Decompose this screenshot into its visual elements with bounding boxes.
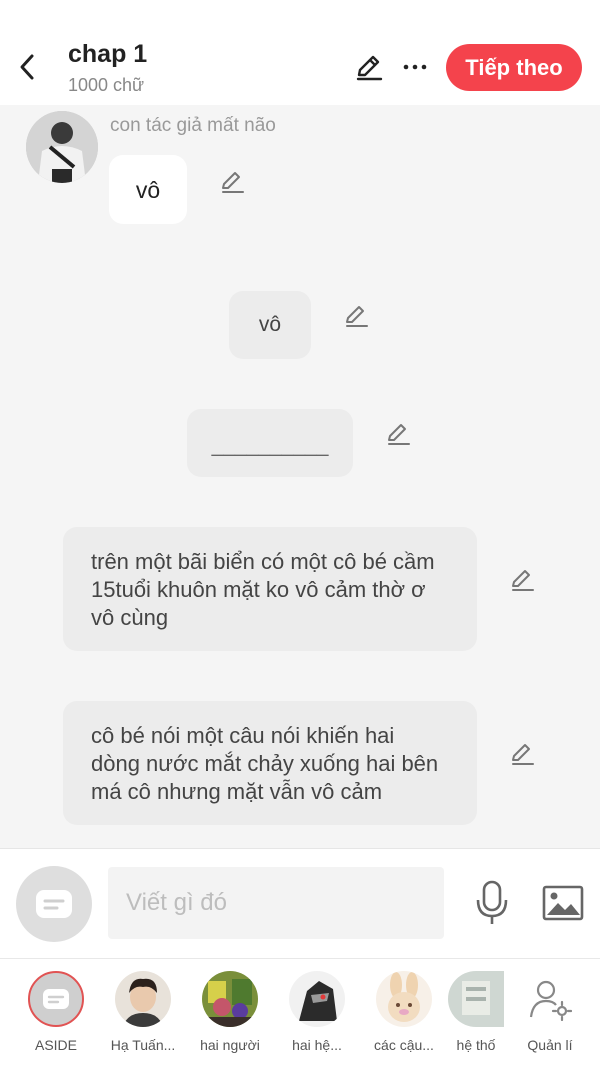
microphone-icon [476,880,508,924]
character-item[interactable]: hai người [188,971,272,1053]
character-item[interactable]: các cậu... [362,971,446,1053]
chapter-title: chap 1 [68,40,148,68]
manage-characters-button[interactable]: Quản lí [508,971,592,1053]
avatar [202,971,258,1027]
avatar[interactable] [26,111,98,183]
manage-label: Quản lí [527,1037,573,1053]
insert-image-button[interactable] [540,881,586,925]
user-settings-icon [529,980,572,1021]
person-photo-icon [115,971,171,1027]
more-options-button[interactable] [398,50,432,84]
narration-bubble[interactable]: trên một bãi biển có một cô bé cầm 15tuổ… [63,527,477,651]
header: chap 1 1000 chữ Tiếp theo [0,0,600,105]
chat-bubble-icon [36,890,72,918]
message-bubble[interactable]: vô [109,155,187,224]
chat-area[interactable]: con tác giả mất não vô vô __________ trê… [0,105,600,848]
bunny-art-icon [376,971,432,1027]
sender-name: con tác giả mất não [110,115,276,136]
character-item-aside[interactable]: ASIDE [14,971,98,1053]
anime-art-icon [289,971,345,1027]
next-button[interactable]: Tiếp theo [446,44,582,91]
avatar [448,971,504,1027]
character-label: các cậu... [374,1037,434,1053]
character-bar: ASIDE Hạ Tuấn... hai người hai hệ... các… [0,958,600,1067]
character-label: ASIDE [34,1037,77,1053]
clothing-photo-icon [448,971,504,1027]
word-count: 1000 chữ [68,75,145,95]
pencil-icon [356,55,383,81]
aside-toggle-button[interactable] [16,866,92,942]
edit-message-button[interactable] [341,301,371,331]
pencil-icon [512,570,534,591]
character-label: Hạ Tuấn... [110,1037,176,1053]
character-item[interactable]: hệ thố [440,971,512,1053]
edit-title-button[interactable] [352,50,386,84]
manage-icon-wrap [522,971,578,1027]
chevron-left-icon [20,54,34,80]
image-icon [542,885,584,921]
character-item[interactable]: Hạ Tuấn... [101,971,185,1053]
aside-avatar [28,971,84,1027]
edit-message-button[interactable] [383,419,413,449]
character-label: hai người [200,1037,260,1053]
chat-bubble-icon [43,989,69,1009]
more-dots-icon [403,64,427,70]
narration-bubble[interactable]: vô [229,291,311,359]
edit-message-button[interactable] [507,739,537,769]
voice-input-button[interactable] [470,879,514,927]
avatar [115,971,171,1027]
character-item[interactable]: hai hệ... [275,971,359,1053]
anime-art-icon [202,971,258,1027]
pencil-icon [346,306,368,327]
avatar [376,971,432,1027]
composer [0,848,600,958]
narration-bubble[interactable]: cô bé nói một câu nói khiến hai dòng nướ… [63,701,477,825]
edit-message-button[interactable] [507,565,537,595]
pencil-icon [388,424,410,445]
message-input[interactable] [108,867,444,939]
character-label: hệ thố [456,1037,496,1053]
edit-message-button[interactable] [217,167,247,197]
narration-bubble[interactable]: __________ [187,409,353,477]
back-button[interactable] [12,48,42,86]
pencil-icon [222,172,244,193]
avatar [289,971,345,1027]
person-photo-icon [26,111,98,183]
character-label: hai hệ... [292,1037,342,1053]
pencil-icon [512,744,534,765]
